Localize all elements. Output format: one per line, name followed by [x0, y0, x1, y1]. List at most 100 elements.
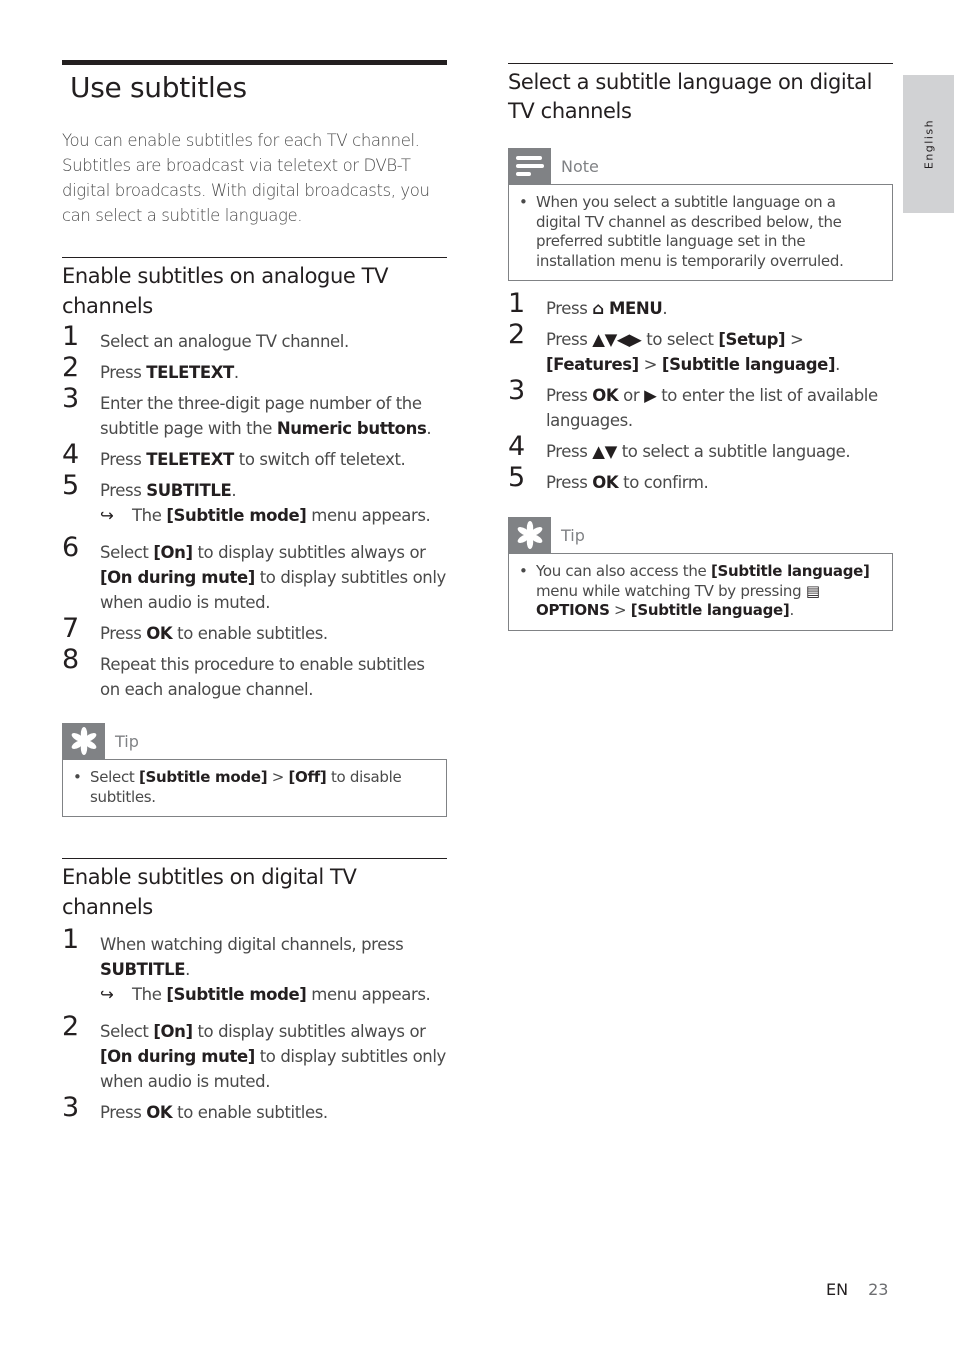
step-text: Press ▲▼ to select a subtitle language. [546, 442, 851, 461]
step-text: Press ⌂ MENU. [546, 299, 668, 318]
page-title: Use subtitles [70, 71, 247, 104]
section-heading: Enable subtitles on analogue TV channels [62, 264, 389, 318]
note-callout: Note • When you select a subtitle languag… [508, 148, 893, 281]
emphasis: [Subtitle mode] [138, 768, 268, 786]
page-footer: EN 23 [826, 1280, 888, 1299]
emphasis: [Subtitle language] [710, 562, 870, 580]
step-item: 2 Select [On] to display subtitles always… [62, 1013, 447, 1094]
step-text: Repeat this procedure to enable subtitle… [100, 655, 425, 699]
left-column: Use subtitles You can enable subtitles f… [62, 60, 447, 228]
step-item: 6 Select [On] to display subtitles always… [62, 534, 447, 615]
step-text: Press TELETEXT. [100, 363, 239, 382]
step-item: 3 Enter the three-digit page number of th… [62, 385, 447, 441]
note-title: Note [561, 156, 599, 176]
step-text: Press ▲▼◀▶ to select [Setup] > [Features… [546, 330, 840, 374]
tip-icon [508, 517, 551, 553]
step-item: 4 Press TELETEXT to switch off teletext. [62, 441, 447, 472]
emphasis: ⌂ MENU [592, 299, 663, 318]
language-section: Select a subtitle language on digital TV… [508, 63, 893, 501]
step-item: 1 Select an analogue TV channel. [62, 323, 447, 354]
step-item: 5 Press SUBTITLE. ↪ The [Subtitle mode] men… [62, 472, 447, 528]
digital-section: Enable subtitles on digital TV channels … [62, 858, 447, 1131]
emphasis: OK [146, 1103, 173, 1122]
emphasis: SUBTITLE [146, 481, 232, 500]
page-number: 23 [868, 1280, 889, 1299]
step-item: 7 Press OK to enable subtitles. [62, 615, 447, 646]
section-heading: Enable subtitles on digital TV channels [62, 865, 357, 919]
note-text: When you select a subtitle language on a… [536, 193, 844, 270]
tip-text: You can also access the [Subtitle langua… [536, 562, 870, 619]
step-text: Press TELETEXT to switch off teletext. [100, 450, 406, 469]
tip-text: Select [Subtitle mode] > [Off] to disabl… [90, 768, 402, 806]
step-item: 8 Repeat this procedure to enable subtitl… [62, 646, 447, 702]
emphasis: [On] [153, 543, 193, 562]
language-label: English [922, 118, 935, 170]
step-text: Select [On] to display subtitles always … [100, 543, 446, 612]
step-text: When watching digital channels, press SU… [100, 935, 404, 979]
step-number: 7 [62, 613, 79, 644]
step-text: Press SUBTITLE. [100, 481, 237, 500]
footer-language: EN [826, 1280, 849, 1299]
emphasis: [On] [153, 1022, 193, 1041]
tip-title: Tip [561, 525, 585, 545]
emphasis: ▶ [644, 386, 657, 405]
intro-paragraph: You can enable subtitles for each TV cha… [62, 131, 430, 225]
step-number: 3 [62, 383, 79, 414]
step-text: Enter the three-digit page number of the… [100, 394, 432, 438]
step-number: 4 [508, 431, 525, 462]
section-rule [62, 858, 447, 859]
step-number: 2 [508, 319, 525, 350]
steps-list: 1 Select an analogue TV channel. 2 Press TE… [62, 323, 447, 702]
step-text: Press OK to enable subtitles. [100, 624, 328, 643]
emphasis: [Subtitle mode] [166, 985, 307, 1004]
section-rule [508, 63, 893, 64]
emphasis: ▲▼◀▶ [592, 330, 642, 349]
step-number: 1 [62, 924, 79, 955]
step-result: ↪ The [Subtitle mode] menu appears. [100, 503, 447, 528]
step-item: 2 Press TELETEXT. [62, 354, 447, 385]
emphasis: [Setup] [718, 330, 786, 349]
step-item: 4 Press ▲▼ to select a subtitle language. [508, 433, 893, 464]
title-rule [62, 60, 447, 65]
step-item: 3 Press OK or ▶ to enter the list of avai… [508, 377, 893, 433]
emphasis: ▲▼ [592, 442, 617, 461]
emphasis: [Off] [288, 768, 327, 786]
emphasis: [Subtitle language] [661, 355, 836, 374]
tip-icon [62, 723, 105, 759]
step-text: Press OK to confirm. [546, 473, 709, 492]
emphasis: [On during mute] [100, 568, 255, 587]
step-number: 3 [62, 1092, 79, 1123]
step-item: 5 Press OK to confirm. [508, 464, 893, 495]
emphasis: OK [592, 386, 619, 405]
emphasis: SUBTITLE [100, 960, 186, 979]
emphasis: TELETEXT [146, 363, 234, 382]
step-number: 1 [508, 288, 525, 319]
step-result: ↪ The [Subtitle mode] menu appears. [100, 982, 447, 1007]
emphasis: Numeric buttons [276, 419, 427, 438]
analogue-tip: Tip • Select [Subtitle mode] > [Off] to d… [62, 723, 447, 817]
language-side-tab: English [903, 75, 954, 213]
section-rule [62, 257, 447, 258]
step-text: Select [On] to display subtitles always … [100, 1022, 446, 1091]
step-number: 4 [62, 439, 79, 470]
emphasis: OK [146, 624, 173, 643]
tip-box: • Select [Subtitle mode] > [Off] to disab… [62, 759, 447, 817]
step-text: Select an analogue TV channel. [100, 332, 349, 351]
steps-list: 1 Press ⌂ MENU. 2 Press ▲▼◀▶ to select [Set… [508, 290, 893, 495]
emphasis: [Features] [546, 355, 639, 374]
tip-box: • You can also access the [Subtitle langu… [508, 553, 893, 631]
emphasis: OK [592, 473, 619, 492]
note-box: • When you select a subtitle language on … [508, 184, 893, 281]
step-number: 2 [62, 1011, 79, 1042]
result-arrow-icon: ↪ [100, 985, 114, 1004]
step-number: 1 [62, 321, 79, 352]
analogue-section: Enable subtitles on analogue TV channels… [62, 257, 447, 708]
step-number: 6 [62, 532, 79, 563]
step-item: 2 Press ▲▼◀▶ to select [Setup] > [Feature… [508, 321, 893, 377]
emphasis: [On during mute] [100, 1047, 255, 1066]
emphasis: [Subtitle language] [630, 601, 790, 619]
step-number: 5 [508, 462, 525, 493]
tip-title: Tip [115, 731, 139, 751]
language-tip: Tip • You can also access the [Subtitle l… [508, 517, 893, 631]
step-number: 3 [508, 375, 525, 406]
